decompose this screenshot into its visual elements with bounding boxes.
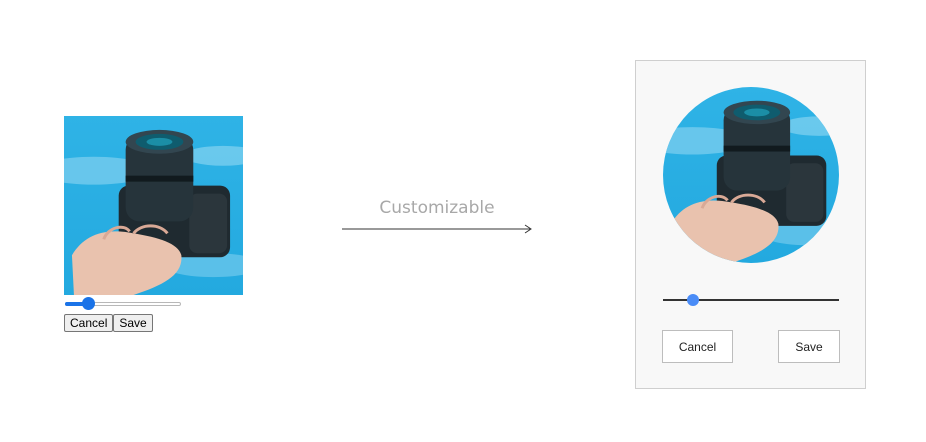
- custom-cropper-panel: Cancel Save: [635, 60, 866, 389]
- custom-cancel-button[interactable]: Cancel: [662, 330, 733, 363]
- default-cropper: Cancel Save: [64, 116, 244, 332]
- default-button-row: Cancel Save: [64, 314, 244, 332]
- right-arrow-icon: [342, 224, 532, 234]
- zoom-slider[interactable]: [65, 297, 181, 311]
- save-button[interactable]: Save: [113, 314, 153, 332]
- camera-photo-square[interactable]: [64, 116, 243, 295]
- custom-save-button[interactable]: Save: [778, 330, 840, 363]
- camera-photo-round[interactable]: [663, 87, 839, 263]
- zoom-slider-thumb[interactable]: [82, 297, 96, 310]
- custom-zoom-slider-thumb[interactable]: [686, 294, 699, 306]
- comparison-stage: Cancel Save Customizable Cancel Save: [0, 0, 926, 442]
- custom-zoom-slider[interactable]: [663, 293, 839, 307]
- cancel-button[interactable]: Cancel: [64, 314, 114, 332]
- transition-label: Customizable: [379, 198, 495, 218]
